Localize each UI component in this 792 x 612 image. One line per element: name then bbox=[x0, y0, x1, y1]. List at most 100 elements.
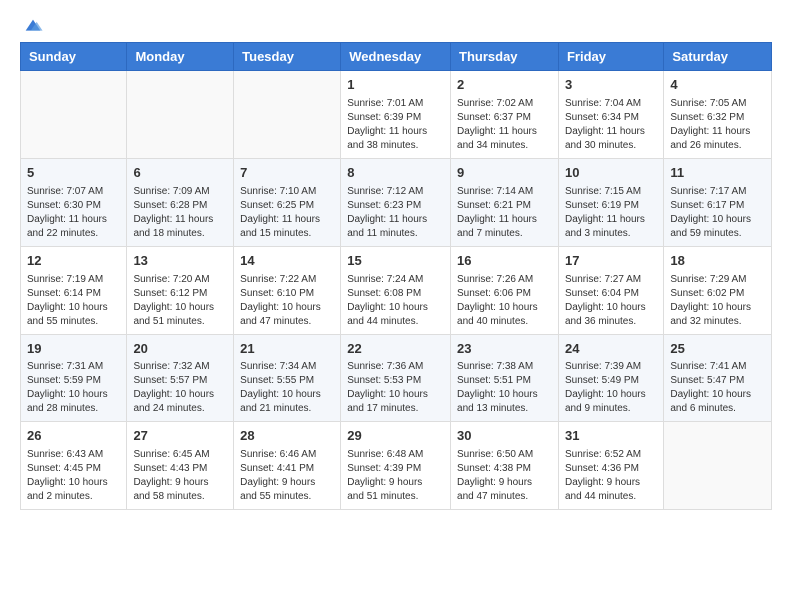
calendar-cell: 18Sunrise: 7:29 AM Sunset: 6:02 PM Dayli… bbox=[664, 246, 772, 334]
calendar-cell: 10Sunrise: 7:15 AM Sunset: 6:19 PM Dayli… bbox=[558, 158, 663, 246]
calendar-cell: 26Sunrise: 6:43 AM Sunset: 4:45 PM Dayli… bbox=[21, 422, 127, 510]
day-number: 31 bbox=[565, 427, 657, 446]
calendar-cell: 5Sunrise: 7:07 AM Sunset: 6:30 PM Daylig… bbox=[21, 158, 127, 246]
day-number: 3 bbox=[565, 76, 657, 95]
calendar-cell: 23Sunrise: 7:38 AM Sunset: 5:51 PM Dayli… bbox=[451, 334, 559, 422]
day-info: Sunrise: 6:43 AM Sunset: 4:45 PM Dayligh… bbox=[27, 448, 120, 504]
week-row-3: 12 Sunrise: 7:19 AM Sunset: 6:14 PM Dayli… bbox=[21, 246, 772, 334]
calendar-cell: 22Sunrise: 7:36 AM Sunset: 5:53 PM Dayli… bbox=[341, 334, 451, 422]
calendar-cell: 7 Sunrise: 7:10 AM Sunset: 6:25 PM Daylig… bbox=[234, 158, 341, 246]
day-number: 20 bbox=[133, 340, 227, 359]
day-info: Sunrise: 6:52 AM Sunset: 4:36 PM Dayligh… bbox=[565, 448, 657, 504]
day-info: Sunrise: 7:12 AM Sunset: 6:23 PM Dayligh… bbox=[347, 185, 444, 241]
page: SundayMondayTuesdayWednesdayThursdayFrid… bbox=[0, 0, 792, 520]
day-info: Sunrise: 6:45 AM Sunset: 4:43 PM Dayligh… bbox=[133, 448, 227, 504]
calendar-cell: 8 Sunrise: 7:12 AM Sunset: 6:23 PM Daylig… bbox=[341, 158, 451, 246]
calendar-cell: 12 Sunrise: 7:19 AM Sunset: 6:14 PM Dayli… bbox=[21, 246, 127, 334]
calendar-header: SundayMondayTuesdayWednesdayThursdayFrid… bbox=[21, 43, 772, 71]
calendar-table: SundayMondayTuesdayWednesdayThursdayFrid… bbox=[20, 42, 772, 510]
week-row-1: 1Sunrise: 7:01 AM Sunset: 6:39 PM Daylig… bbox=[21, 71, 772, 159]
calendar-cell: 25Sunrise: 7:41 AM Sunset: 5:47 PM Dayli… bbox=[664, 334, 772, 422]
day-info: Sunrise: 7:26 AM Sunset: 6:06 PM Dayligh… bbox=[457, 273, 552, 329]
col-header-wednesday: Wednesday bbox=[341, 43, 451, 71]
day-number: 13 bbox=[133, 252, 227, 271]
day-number: 8 bbox=[347, 164, 444, 183]
day-number: 19 bbox=[27, 340, 120, 359]
day-number: 21 bbox=[240, 340, 334, 359]
calendar-cell: 11 Sunrise: 7:17 AM Sunset: 6:17 PM Dayli… bbox=[664, 158, 772, 246]
col-header-sunday: Sunday bbox=[21, 43, 127, 71]
day-number: 27 bbox=[133, 427, 227, 446]
day-info: Sunrise: 7:04 AM Sunset: 6:34 PM Dayligh… bbox=[565, 97, 657, 153]
calendar-cell: 4Sunrise: 7:05 AM Sunset: 6:32 PM Daylig… bbox=[664, 71, 772, 159]
day-info: Sunrise: 7:19 AM Sunset: 6:14 PM Dayligh… bbox=[27, 273, 120, 329]
logo bbox=[20, 16, 44, 34]
calendar-cell: 9 Sunrise: 7:14 AM Sunset: 6:21 PM Daylig… bbox=[451, 158, 559, 246]
day-info: Sunrise: 7:17 AM Sunset: 6:17 PM Dayligh… bbox=[670, 185, 765, 241]
day-info: Sunrise: 7:02 AM Sunset: 6:37 PM Dayligh… bbox=[457, 97, 552, 153]
day-number: 12 bbox=[27, 252, 120, 271]
day-number: 7 bbox=[240, 164, 334, 183]
day-number: 23 bbox=[457, 340, 552, 359]
day-info: Sunrise: 7:27 AM Sunset: 6:04 PM Dayligh… bbox=[565, 273, 657, 329]
calendar-body: 1Sunrise: 7:01 AM Sunset: 6:39 PM Daylig… bbox=[21, 71, 772, 510]
day-number: 25 bbox=[670, 340, 765, 359]
day-info: Sunrise: 7:34 AM Sunset: 5:55 PM Dayligh… bbox=[240, 360, 334, 416]
calendar-cell: 24Sunrise: 7:39 AM Sunset: 5:49 PM Dayli… bbox=[558, 334, 663, 422]
calendar-cell: 28 Sunrise: 6:46 AM Sunset: 4:41 PM Dayli… bbox=[234, 422, 341, 510]
day-number: 11 bbox=[670, 164, 765, 183]
day-info: Sunrise: 6:50 AM Sunset: 4:38 PM Dayligh… bbox=[457, 448, 552, 504]
calendar-cell: 30 Sunrise: 6:50 AM Sunset: 4:38 PM Dayli… bbox=[451, 422, 559, 510]
day-info: Sunrise: 7:38 AM Sunset: 5:51 PM Dayligh… bbox=[457, 360, 552, 416]
header bbox=[20, 16, 772, 34]
day-info: Sunrise: 7:01 AM Sunset: 6:39 PM Dayligh… bbox=[347, 97, 444, 153]
col-header-saturday: Saturday bbox=[664, 43, 772, 71]
day-number: 2 bbox=[457, 76, 552, 95]
day-number: 6 bbox=[133, 164, 227, 183]
day-info: Sunrise: 7:05 AM Sunset: 6:32 PM Dayligh… bbox=[670, 97, 765, 153]
week-row-2: 5Sunrise: 7:07 AM Sunset: 6:30 PM Daylig… bbox=[21, 158, 772, 246]
day-info: Sunrise: 7:41 AM Sunset: 5:47 PM Dayligh… bbox=[670, 360, 765, 416]
day-info: Sunrise: 7:29 AM Sunset: 6:02 PM Dayligh… bbox=[670, 273, 765, 329]
calendar-cell: 3 Sunrise: 7:04 AM Sunset: 6:34 PM Daylig… bbox=[558, 71, 663, 159]
calendar-cell: 20Sunrise: 7:32 AM Sunset: 5:57 PM Dayli… bbox=[127, 334, 234, 422]
col-header-tuesday: Tuesday bbox=[234, 43, 341, 71]
calendar-cell: 21Sunrise: 7:34 AM Sunset: 5:55 PM Dayli… bbox=[234, 334, 341, 422]
day-number: 28 bbox=[240, 427, 334, 446]
calendar-cell: 27 Sunrise: 6:45 AM Sunset: 4:43 PM Dayli… bbox=[127, 422, 234, 510]
week-row-5: 26Sunrise: 6:43 AM Sunset: 4:45 PM Dayli… bbox=[21, 422, 772, 510]
calendar-cell bbox=[127, 71, 234, 159]
calendar-cell: 31 Sunrise: 6:52 AM Sunset: 4:36 PM Dayli… bbox=[558, 422, 663, 510]
day-info: Sunrise: 7:36 AM Sunset: 5:53 PM Dayligh… bbox=[347, 360, 444, 416]
calendar-cell: 19Sunrise: 7:31 AM Sunset: 5:59 PM Dayli… bbox=[21, 334, 127, 422]
day-number: 22 bbox=[347, 340, 444, 359]
calendar-cell: 13 Sunrise: 7:20 AM Sunset: 6:12 PM Dayli… bbox=[127, 246, 234, 334]
day-info: Sunrise: 7:22 AM Sunset: 6:10 PM Dayligh… bbox=[240, 273, 334, 329]
day-number: 17 bbox=[565, 252, 657, 271]
day-info: Sunrise: 7:09 AM Sunset: 6:28 PM Dayligh… bbox=[133, 185, 227, 241]
day-number: 24 bbox=[565, 340, 657, 359]
calendar-cell bbox=[21, 71, 127, 159]
calendar-cell: 14 Sunrise: 7:22 AM Sunset: 6:10 PM Dayli… bbox=[234, 246, 341, 334]
day-number: 14 bbox=[240, 252, 334, 271]
day-info: Sunrise: 7:39 AM Sunset: 5:49 PM Dayligh… bbox=[565, 360, 657, 416]
calendar-cell: 17 Sunrise: 7:27 AM Sunset: 6:04 PM Dayli… bbox=[558, 246, 663, 334]
day-number: 9 bbox=[457, 164, 552, 183]
col-header-thursday: Thursday bbox=[451, 43, 559, 71]
day-info: Sunrise: 7:32 AM Sunset: 5:57 PM Dayligh… bbox=[133, 360, 227, 416]
calendar-cell bbox=[234, 71, 341, 159]
day-number: 30 bbox=[457, 427, 552, 446]
day-info: Sunrise: 7:24 AM Sunset: 6:08 PM Dayligh… bbox=[347, 273, 444, 329]
calendar-cell: 16 Sunrise: 7:26 AM Sunset: 6:06 PM Dayli… bbox=[451, 246, 559, 334]
day-info: Sunrise: 7:10 AM Sunset: 6:25 PM Dayligh… bbox=[240, 185, 334, 241]
day-info: Sunrise: 6:46 AM Sunset: 4:41 PM Dayligh… bbox=[240, 448, 334, 504]
week-row-4: 19Sunrise: 7:31 AM Sunset: 5:59 PM Dayli… bbox=[21, 334, 772, 422]
day-number: 10 bbox=[565, 164, 657, 183]
day-info: Sunrise: 7:14 AM Sunset: 6:21 PM Dayligh… bbox=[457, 185, 552, 241]
calendar-cell: 1Sunrise: 7:01 AM Sunset: 6:39 PM Daylig… bbox=[341, 71, 451, 159]
day-info: Sunrise: 7:20 AM Sunset: 6:12 PM Dayligh… bbox=[133, 273, 227, 329]
day-number: 16 bbox=[457, 252, 552, 271]
day-info: Sunrise: 6:48 AM Sunset: 4:39 PM Dayligh… bbox=[347, 448, 444, 504]
day-info: Sunrise: 7:31 AM Sunset: 5:59 PM Dayligh… bbox=[27, 360, 120, 416]
logo-bird-icon bbox=[22, 16, 44, 38]
